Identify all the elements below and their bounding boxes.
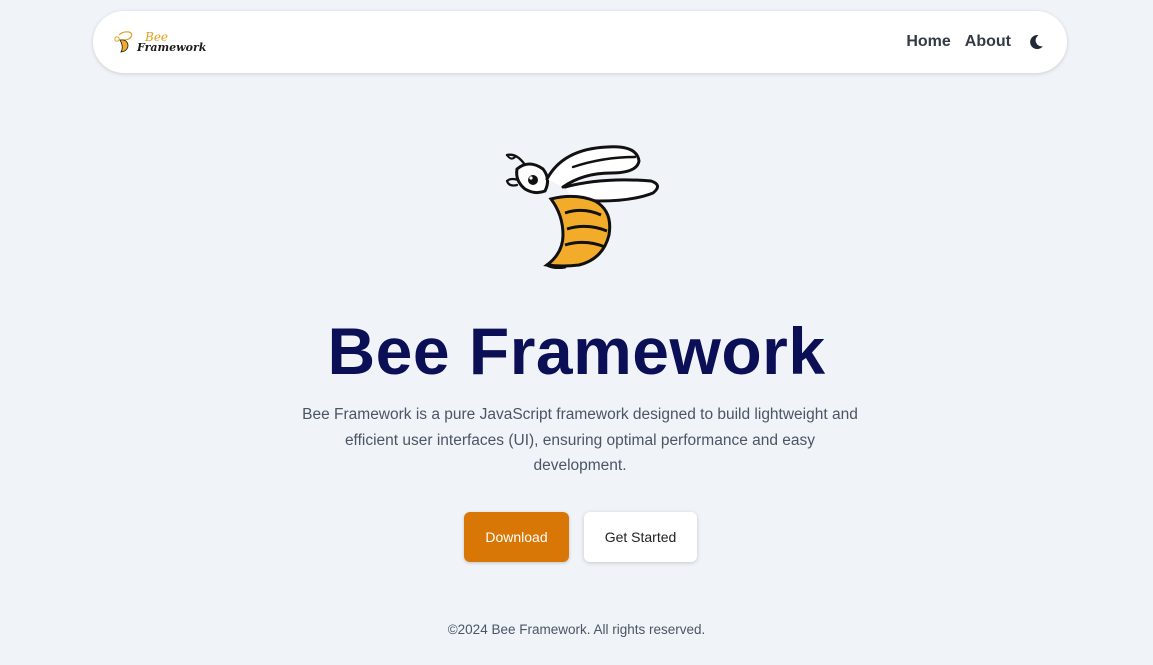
nav-links: Home About (906, 33, 1045, 51)
footer-copyright: ©2024 Bee Framework. All rights reserved… (447, 622, 706, 637)
page-title: Bee Framework (327, 314, 826, 388)
brand-logo[interactable]: Bee Framework (113, 22, 206, 62)
brand-word-framework: Framework (137, 41, 207, 54)
hero-description: Bee Framework is a pure JavaScript frame… (302, 406, 858, 474)
bee-logo-icon (114, 31, 133, 53)
bee-icon (505, 145, 659, 269)
download-button[interactable]: Download (464, 512, 569, 562)
get-started-button[interactable]: Get Started (584, 512, 697, 562)
moon-icon[interactable] (1027, 33, 1045, 51)
navbar: Bee Framework Home About (93, 11, 1067, 73)
nav-about-link[interactable]: About (965, 33, 1011, 51)
nav-home-link[interactable]: Home (906, 33, 950, 51)
